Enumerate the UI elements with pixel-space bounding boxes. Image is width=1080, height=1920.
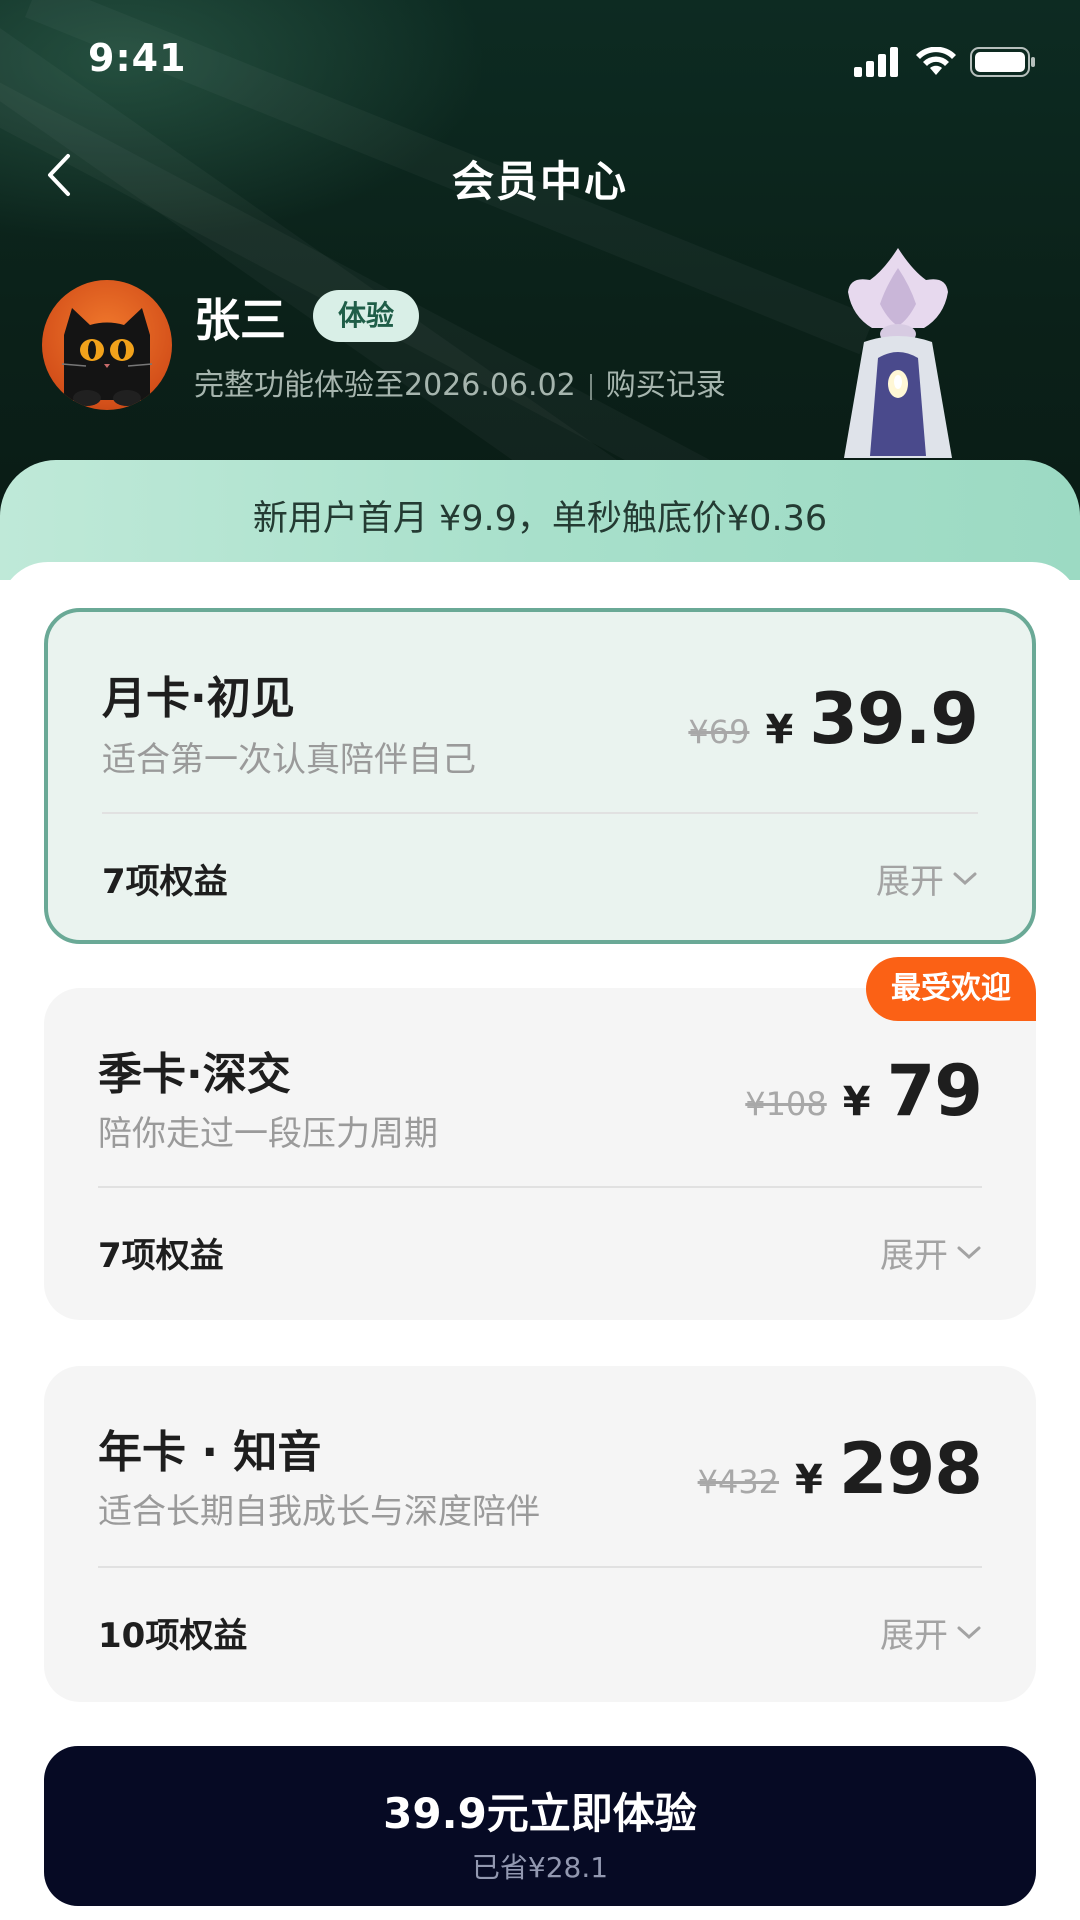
plan-name: 年卡 · 知音 bbox=[98, 1427, 322, 1478]
page-title: 会员中心 bbox=[451, 157, 628, 206]
current-price: 79 bbox=[886, 1050, 983, 1132]
expand-button[interactable]: 展开 bbox=[876, 854, 978, 903]
plan-card-quarterly[interactable]: 季卡·深交 陪你走过一段压力周期 ¥108 ¥ 79 7项权益 展开 bbox=[44, 988, 1036, 1320]
expand-label: 展开 bbox=[876, 862, 944, 902]
expand-label: 展开 bbox=[880, 1236, 948, 1276]
signal-icon bbox=[854, 47, 898, 77]
plan-price: ¥432 ¥ 298 bbox=[697, 1428, 983, 1510]
most-popular-badge: 最受欢迎 bbox=[866, 957, 1036, 1021]
expand-label: 展开 bbox=[880, 1616, 948, 1656]
mascot-illustration bbox=[844, 248, 952, 458]
expand-button[interactable]: 展开 bbox=[880, 1228, 982, 1277]
purchase-button[interactable]: 39.9元立即体验 已省¥28.1 bbox=[44, 1746, 1036, 1906]
purchase-history-link[interactable]: 购买记录 bbox=[606, 368, 726, 403]
status-time: 9:41 bbox=[88, 36, 187, 80]
currency-symbol: ¥ bbox=[765, 707, 794, 753]
benefits-count: 7项权益 bbox=[98, 1236, 224, 1276]
chevron-down-icon bbox=[957, 1626, 981, 1639]
currency-symbol: ¥ bbox=[795, 1457, 823, 1503]
plan-card-yearly[interactable]: 年卡 · 知音 适合长期自我成长与深度陪伴 ¥432 ¥ 298 10项权益 展… bbox=[44, 1366, 1036, 1702]
membership-status: 完整功能体验至2026.06.02 购买记录 bbox=[194, 360, 726, 404]
original-price: ¥108 bbox=[745, 1085, 827, 1123]
benefits-count: 7项权益 bbox=[102, 862, 228, 902]
trial-expiry-text: 完整功能体验至2026.06.02 bbox=[194, 368, 576, 403]
divider bbox=[589, 373, 592, 400]
user-name: 张三 bbox=[194, 293, 286, 347]
battery-icon bbox=[970, 47, 1035, 77]
plan-name: 季卡·深交 bbox=[98, 1049, 291, 1100]
divider bbox=[102, 812, 978, 814]
expand-button[interactable]: 展开 bbox=[880, 1608, 982, 1657]
savings-text: 已省¥28.1 bbox=[471, 1851, 609, 1884]
plan-description: 适合第一次认真陪伴自己 bbox=[102, 740, 476, 780]
promo-text: 新用户首月 ¥9.9，单秒触底价¥0.36 bbox=[252, 499, 828, 539]
plan-card-monthly[interactable]: 月卡·初见 适合第一次认真陪伴自己 ¥69 ¥ 39.9 7项权益 展开 bbox=[44, 608, 1036, 944]
plan-name: 月卡·初见 bbox=[102, 673, 295, 724]
status-icons bbox=[854, 44, 1036, 80]
current-price: 298 bbox=[838, 1428, 983, 1510]
divider bbox=[98, 1186, 982, 1188]
membership-badge: 体验 bbox=[313, 290, 419, 342]
nav-bar: 会员中心 bbox=[0, 130, 1080, 220]
plan-price: ¥108 ¥ 79 bbox=[745, 1050, 983, 1132]
currency-symbol: ¥ bbox=[842, 1079, 871, 1125]
benefits-count: 10项权益 bbox=[98, 1616, 248, 1656]
chevron-down-icon bbox=[957, 1246, 981, 1259]
plan-description: 适合长期自我成长与深度陪伴 bbox=[98, 1492, 540, 1532]
black-cat-icon bbox=[61, 308, 153, 406]
original-price: ¥432 bbox=[697, 1463, 780, 1501]
wifi-icon bbox=[916, 47, 956, 75]
purchase-button-label: 39.9元立即体验 bbox=[383, 1789, 697, 1838]
chevron-down-icon bbox=[953, 872, 977, 885]
status-bar: 9:41 bbox=[0, 0, 1080, 120]
plan-price: ¥69 ¥ 39.9 bbox=[688, 678, 979, 760]
original-price: ¥69 bbox=[688, 713, 750, 751]
plan-description: 陪你走过一段压力周期 bbox=[98, 1114, 438, 1154]
current-price: 39.9 bbox=[809, 678, 979, 760]
divider bbox=[98, 1566, 982, 1568]
avatar[interactable] bbox=[42, 280, 172, 410]
